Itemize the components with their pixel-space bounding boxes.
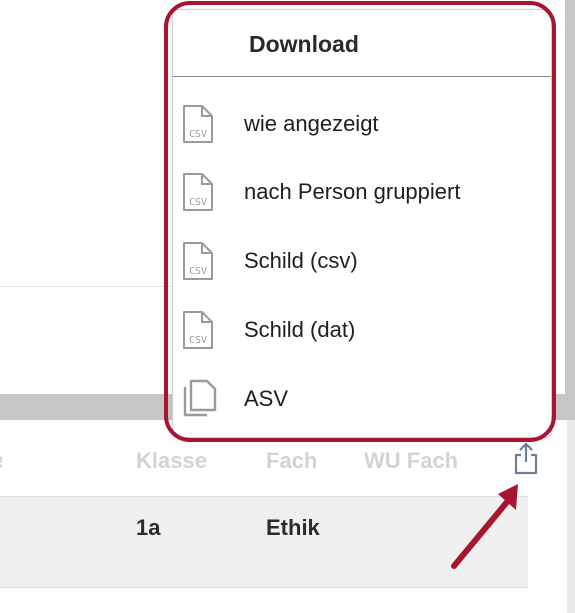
table-header-fach[interactable]: Fach [266, 448, 317, 474]
menu-item-label: Schild (dat) [244, 317, 356, 342]
share-export-icon [514, 442, 538, 475]
menu-item-label: nach Person gruppiert [244, 179, 461, 204]
download-menu: Download CSV wie angezeigt CSV nach Pers… [172, 9, 552, 438]
menu-divider [173, 76, 551, 77]
menu-item-schild-csv[interactable]: CSV Schild (csv) [173, 229, 551, 291]
svg-text:CSV: CSV [189, 266, 207, 277]
cell-klasse: 1a [136, 515, 161, 540]
table-header-partial: e [0, 448, 2, 474]
divider [0, 286, 180, 287]
scroll-gutter [565, 0, 575, 400]
menu-item-label: wie angezeigt [244, 111, 379, 136]
svg-text:CSV: CSV [189, 129, 207, 140]
table-header-klasse[interactable]: Klasse [136, 448, 207, 474]
export-button[interactable] [510, 438, 542, 478]
table-row[interactable] [0, 496, 528, 588]
csv-file-icon: CSV [183, 311, 213, 349]
menu-item-nach-person-gruppiert[interactable]: CSV nach Person gruppiert [173, 160, 551, 222]
csv-file-icon: CSV [183, 242, 213, 280]
menu-item-wie-angezeigt[interactable]: CSV wie angezeigt [173, 92, 551, 154]
download-menu-title: Download [249, 31, 359, 57]
csv-file-icon: CSV [183, 173, 213, 211]
table-header-wu-fach[interactable]: WU Fach [364, 448, 458, 474]
table-shadow [567, 420, 575, 613]
menu-item-asv[interactable]: ASV [173, 367, 551, 429]
menu-item-schild-dat[interactable]: CSV Schild (dat) [173, 298, 551, 360]
svg-text:CSV: CSV [189, 335, 207, 346]
cell-fach: Ethik [266, 515, 320, 540]
csv-file-icon: CSV [183, 105, 213, 143]
menu-item-label: Schild (csv) [244, 248, 358, 273]
copy-files-icon [183, 379, 217, 417]
menu-item-label: ASV [244, 386, 289, 411]
svg-text:CSV: CSV [189, 197, 207, 208]
